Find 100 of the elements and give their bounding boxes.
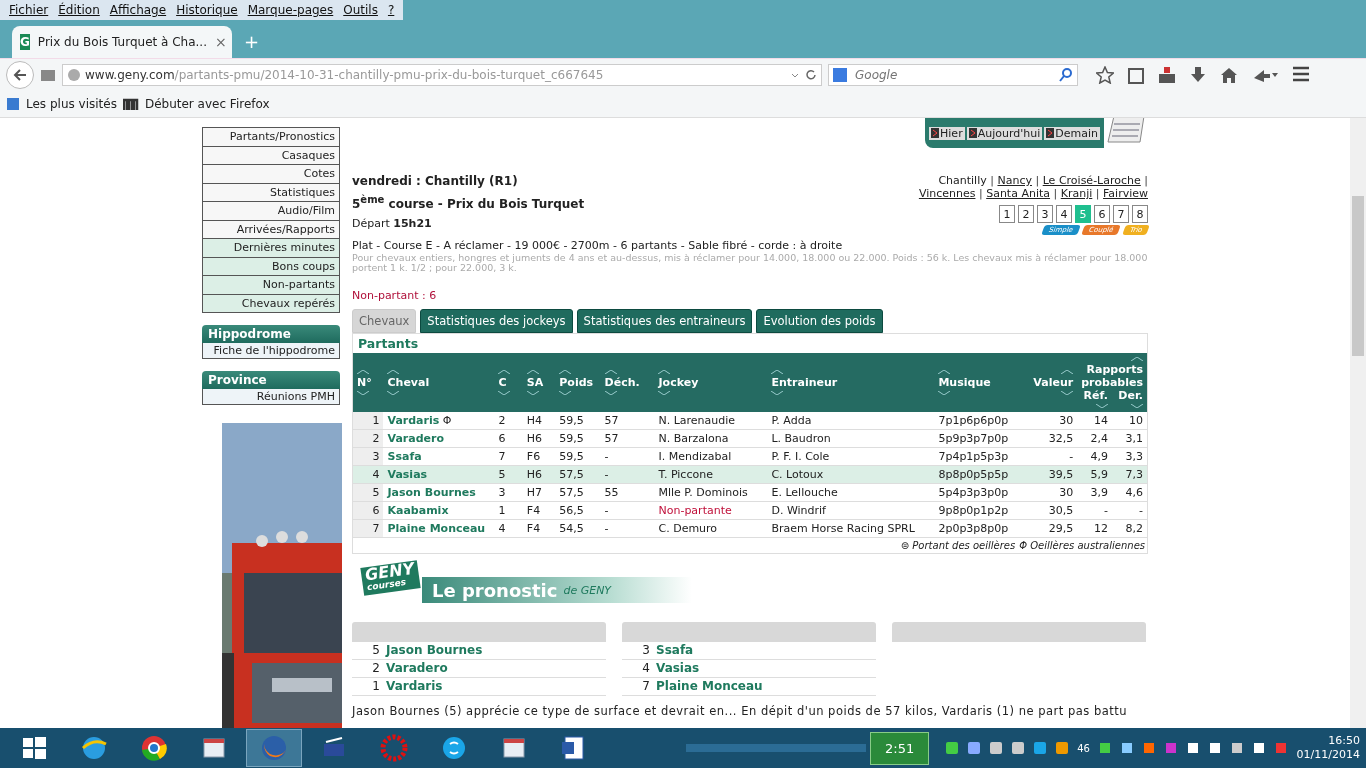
tab[interactable]: Evolution des poids [756, 309, 883, 333]
download-icon[interactable] [1190, 66, 1206, 84]
tray-icon[interactable] [1251, 741, 1266, 755]
column-header[interactable]: C [498, 376, 519, 389]
sort-down-icon[interactable] [357, 391, 369, 395]
menu-item[interactable]: Historique [171, 3, 243, 17]
sort-up-icon[interactable] [526, 370, 539, 374]
sort-down-icon[interactable] [559, 391, 572, 395]
horse-link[interactable]: Jason Bournes [386, 642, 483, 659]
sidebar-item[interactable]: Audio/Film [202, 202, 340, 221]
sidebar-item[interactable]: Non-partants [202, 276, 340, 295]
menu-icon[interactable] [1292, 66, 1310, 82]
race-number[interactable]: 3 [1037, 205, 1053, 223]
menu-item[interactable]: Outils [338, 3, 383, 17]
column-header[interactable]: Valeur [1033, 376, 1074, 389]
race-number[interactable]: 2 [1018, 205, 1034, 223]
racecourse-link[interactable]: Fairview [1103, 187, 1148, 200]
sort-up-icon[interactable] [498, 370, 511, 374]
tray-icon[interactable] [1207, 741, 1222, 755]
tray-icon[interactable] [967, 741, 982, 755]
sidebar-item[interactable]: Cotes [202, 165, 340, 184]
sort-up-icon[interactable] [1061, 370, 1074, 374]
racecourse-link[interactable]: Santa Anita [986, 187, 1051, 200]
horse-link[interactable]: Vardaris [387, 414, 440, 427]
address-bar[interactable]: www.geny.com/partants-pmu/2014-10-31-chantilly-pmu-prix-du-bois-turquet_c667645 [62, 64, 822, 86]
horse-link[interactable]: Vardaris [386, 678, 443, 695]
horse-link[interactable]: Vasias [656, 660, 700, 677]
sort-up-icon[interactable] [357, 370, 369, 374]
horse-link[interactable]: Ssafa [387, 450, 422, 463]
sort-up-icon[interactable] [938, 370, 951, 374]
day-link[interactable]: Aujourd'hui [966, 126, 1043, 140]
menu-item[interactable]: Marque-pages [242, 3, 339, 17]
tray-icon[interactable] [989, 741, 1004, 755]
sort-down-icon[interactable] [771, 391, 784, 395]
sort-down-icon[interactable] [526, 391, 539, 395]
sort-up-icon[interactable] [387, 370, 400, 374]
day-link[interactable]: Hier [929, 126, 965, 140]
racecourse-link[interactable]: Kranji [1060, 187, 1093, 200]
back-button[interactable] [6, 61, 34, 89]
sort-down-icon[interactable] [498, 391, 511, 395]
search-engine-icon[interactable] [833, 68, 849, 82]
arrow-icon[interactable] [931, 128, 940, 138]
column-header[interactable]: N° [357, 376, 380, 389]
menu-item[interactable]: Affichage [104, 3, 172, 17]
tray-icon[interactable] [1229, 741, 1244, 755]
tray-icon[interactable] [1011, 741, 1026, 755]
clock[interactable]: 16:50 01/11/2014 [1296, 734, 1360, 762]
chat-icon[interactable] [443, 737, 465, 759]
tray-icon[interactable] [1097, 741, 1112, 755]
horse-link[interactable]: Varadero [387, 432, 444, 445]
bookmark-folder-icon[interactable] [6, 97, 20, 111]
document-icon[interactable] [562, 736, 584, 760]
arrow-icon[interactable] [968, 128, 977, 138]
search-field[interactable]: Google [828, 64, 1078, 86]
sort-down-icon[interactable] [1131, 404, 1143, 408]
sort-up-icon[interactable] [604, 370, 617, 374]
race-number[interactable]: 1 [999, 205, 1015, 223]
back-arrow-icon[interactable] [13, 69, 27, 81]
sidebar-item[interactable]: Partants/Pronostics [202, 127, 340, 147]
timer-badge[interactable]: 2:51 [870, 731, 930, 765]
tray-icon[interactable] [1119, 741, 1134, 755]
browser-tab[interactable]: G Prix du Bois Turquet à Cha... × [12, 26, 232, 58]
race-number[interactable]: 6 [1094, 205, 1110, 223]
tab[interactable]: Statistiques des entraineurs [576, 309, 753, 333]
sort-up-icon[interactable] [1131, 357, 1143, 361]
sort-down-icon[interactable] [1061, 391, 1074, 395]
scrollbar[interactable] [1350, 118, 1366, 728]
bookmark-link[interactable]: Les plus visités [26, 97, 117, 111]
arrow-icon[interactable] [1046, 128, 1055, 138]
sort-down-icon[interactable] [658, 391, 671, 395]
sort-down-icon[interactable] [604, 391, 617, 395]
sidebar-item[interactable]: Dernières minutes [202, 239, 340, 258]
horse-link[interactable]: Jason Bournes [387, 486, 476, 499]
sort-up-icon[interactable] [559, 370, 572, 374]
racecourse-link[interactable]: Le Croisé-Laroche [1042, 174, 1141, 187]
bookmark-icon[interactable] [122, 97, 139, 111]
windows-logo-icon[interactable] [23, 737, 46, 759]
column-header[interactable]: Déch. [604, 376, 651, 389]
gear-icon[interactable] [380, 734, 408, 762]
tab[interactable]: Chevaux [352, 309, 417, 333]
menu-item[interactable]: ? [382, 3, 400, 17]
window-icon[interactable] [503, 738, 525, 758]
tray-icon[interactable] [945, 741, 960, 755]
sort-up-icon[interactable] [658, 370, 671, 374]
racecourse-link[interactable]: Vincennes [918, 187, 976, 200]
home-icon[interactable] [1220, 66, 1238, 84]
tray-icon[interactable] [1055, 741, 1070, 755]
horse-link[interactable]: Plaine Monceau [656, 678, 763, 695]
horse-link[interactable]: Kaabamix [387, 504, 449, 517]
browser-icon[interactable] [142, 736, 167, 761]
star-icon[interactable] [1096, 66, 1114, 84]
horse-link[interactable]: Plaine Monceau [387, 522, 486, 535]
horse-link[interactable]: Ssafa [656, 642, 694, 659]
sort-up-icon[interactable] [771, 370, 784, 374]
race-number[interactable]: 4 [1056, 205, 1072, 223]
column-header[interactable]: Poids [559, 376, 597, 389]
horse-link[interactable]: Varadero [386, 660, 448, 677]
column-header[interactable]: SA [526, 376, 552, 389]
tray-icon[interactable] [1185, 741, 1200, 755]
racecourse-link[interactable]: Nancy [997, 174, 1032, 187]
